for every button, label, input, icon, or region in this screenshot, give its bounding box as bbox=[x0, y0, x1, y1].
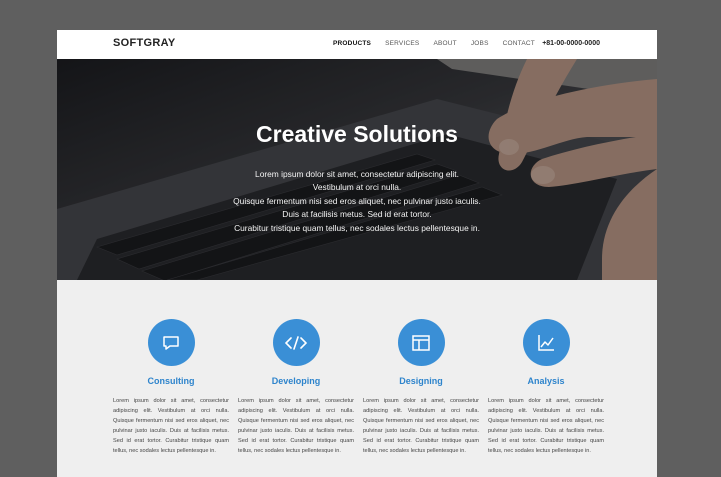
layout-icon[interactable] bbox=[397, 319, 445, 366]
feature-text: Lorem ipsum dolor sit amet, consectetur … bbox=[113, 398, 229, 455]
hero-line: Duis at facilisis metus. Sed id erat tor… bbox=[282, 209, 432, 220]
feature-analysis: Analysis Lorem ipsum dolor sit amet, con… bbox=[488, 319, 604, 457]
hero-line: Quisque fermentum nisi sed eros aliquet,… bbox=[233, 195, 481, 206]
nav-contact[interactable]: CONTACT bbox=[503, 40, 535, 47]
chart-icon[interactable] bbox=[522, 319, 570, 366]
navbar: SOFTGRAY PRODUCTS SERVICES ABOUT JOBS CO… bbox=[57, 30, 657, 59]
hero-line: Vestibulum at orci nulla. bbox=[312, 182, 402, 193]
main-nav: PRODUCTS SERVICES ABOUT JOBS CONTACT bbox=[333, 40, 549, 47]
hero-banner: Creative Solutions Lorem ipsum dolor sit… bbox=[57, 59, 657, 280]
hero-title: Creative Solutions bbox=[256, 121, 458, 147]
phone-number[interactable]: +81-00-0000-0000 bbox=[542, 40, 600, 47]
feature-text: Lorem ipsum dolor sit amet, consectetur … bbox=[238, 398, 354, 455]
brand-logo[interactable]: SOFTGRAY bbox=[113, 37, 176, 49]
feature-title[interactable]: Consulting bbox=[113, 376, 229, 386]
feature-designing: Designing Lorem ipsum dolor sit amet, co… bbox=[363, 319, 479, 457]
nav-jobs[interactable]: JOBS bbox=[471, 40, 489, 47]
feature-title[interactable]: Analysis bbox=[488, 376, 604, 386]
hero-line: Lorem ipsum dolor sit amet, consectetur … bbox=[255, 169, 459, 179]
website-page: SOFTGRAY PRODUCTS SERVICES ABOUT JOBS CO… bbox=[57, 30, 657, 477]
nav-services[interactable]: SERVICES bbox=[385, 40, 419, 47]
code-icon[interactable] bbox=[272, 319, 320, 366]
features-section: Consulting Lorem ipsum dolor sit amet, c… bbox=[57, 280, 657, 477]
feature-title[interactable]: Developing bbox=[238, 376, 354, 386]
feature-text: Lorem ipsum dolor sit amet, consectetur … bbox=[363, 398, 479, 455]
chat-icon[interactable] bbox=[147, 319, 195, 366]
hero-description: Lorem ipsum dolor sit amet, consectetur … bbox=[57, 168, 657, 235]
feature-consulting: Consulting Lorem ipsum dolor sit amet, c… bbox=[113, 319, 229, 457]
feature-text: Lorem ipsum dolor sit amet, consectetur … bbox=[488, 398, 604, 455]
nav-about[interactable]: ABOUT bbox=[433, 40, 456, 47]
feature-developing: Developing Lorem ipsum dolor sit amet, c… bbox=[238, 319, 354, 457]
nav-products[interactable]: PRODUCTS bbox=[333, 40, 371, 47]
feature-title[interactable]: Designing bbox=[363, 376, 479, 386]
hero-line: Curabitur tristique quam tellus, nec sod… bbox=[234, 222, 480, 233]
